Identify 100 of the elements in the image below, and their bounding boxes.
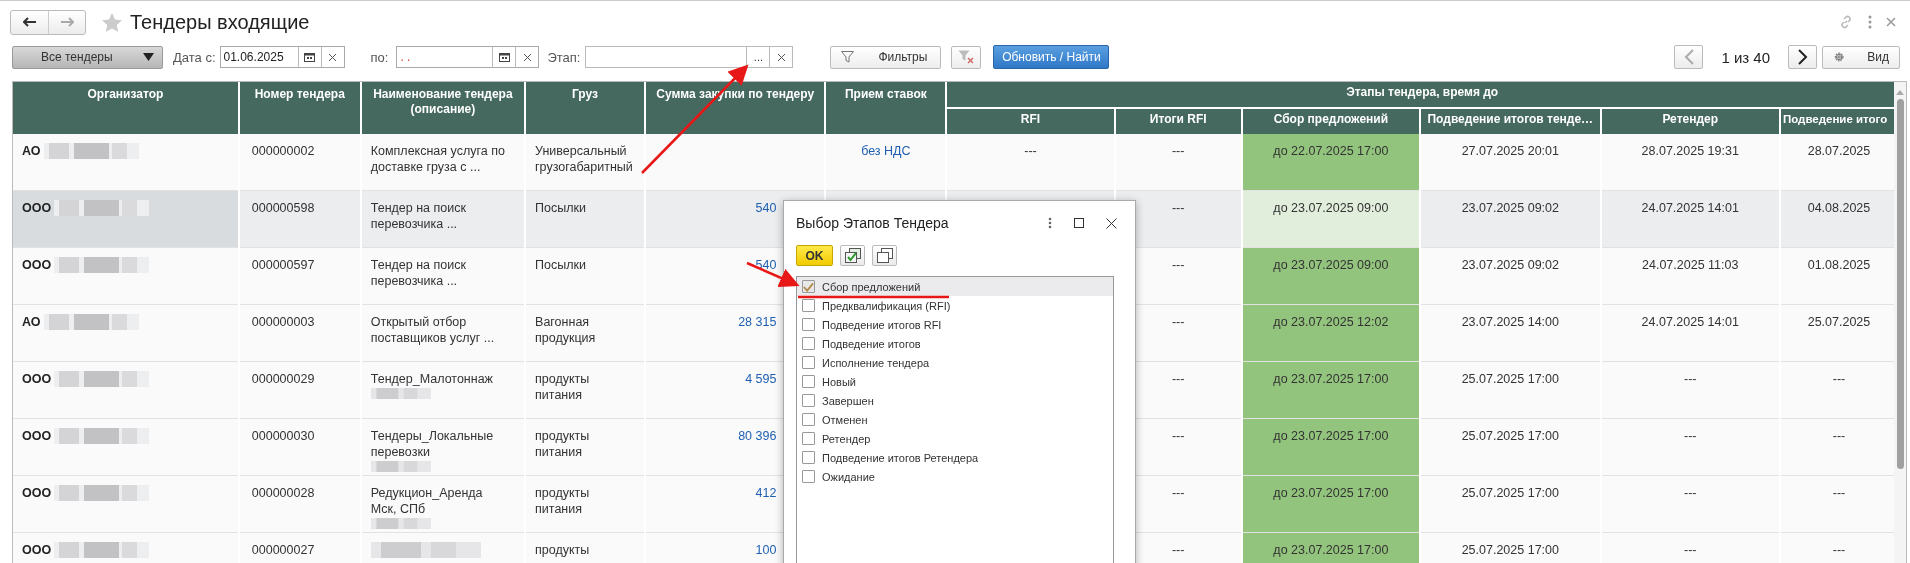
more-icon[interactable] [1868, 15, 1872, 29]
ok-button[interactable]: OK [796, 245, 833, 266]
calendar-icon[interactable] [498, 52, 510, 62]
next-page-button[interactable] [1788, 45, 1817, 69]
table-cell: 000000598 [251, 201, 315, 215]
table-cell: до 23.07.2025 09:00 [1273, 201, 1389, 215]
column-header[interactable]: Организатор [13, 82, 238, 134]
checkbox[interactable] [802, 356, 815, 369]
table-cell: 000000030 [251, 429, 315, 443]
calendar-icon[interactable] [304, 52, 315, 62]
table-cell: --- [1171, 144, 1185, 158]
check-all-button[interactable] [840, 245, 865, 266]
checkbox[interactable] [802, 413, 815, 426]
copy-icon [876, 248, 893, 263]
stage-list-item[interactable]: Исполнение тендера [797, 353, 1113, 372]
table-cell: 000000003 [251, 315, 315, 329]
checkbox[interactable] [802, 375, 815, 388]
organizer-cell: ООО [22, 485, 52, 501]
clear-filter-button[interactable] [951, 45, 982, 69]
column-header[interactable]: Прием ставок [826, 82, 946, 134]
stage-list-item[interactable]: Сбор предложений [797, 277, 1113, 296]
tender-name-cell: Открытый отбор поставщиков услуг ... [370, 314, 495, 346]
amount-link[interactable]: 100 [755, 543, 777, 557]
date-from-field[interactable]: 01.06.2025 [219, 46, 345, 68]
checkbox[interactable] [802, 318, 815, 331]
view-button[interactable]: Вид [1822, 45, 1900, 69]
stage-list-item[interactable]: Новый [797, 372, 1113, 391]
table-cell: до 23.07.2025 17:00 [1273, 486, 1389, 500]
table-cell: --- [1683, 543, 1697, 557]
star-icon[interactable] [102, 12, 122, 32]
table-cell: 000000029 [251, 372, 315, 386]
checkbox[interactable] [802, 451, 815, 464]
more-icon[interactable] [1048, 217, 1052, 229]
column-header[interactable]: Итоги RFI [1115, 108, 1241, 134]
table-cell: 23.07.2025 09:02 [1461, 258, 1559, 272]
table-cell: 000000028 [251, 486, 315, 500]
page-counter: 1 из 40 [1721, 48, 1770, 66]
checkbox[interactable] [802, 337, 815, 350]
stage-list-item[interactable]: Ретендер [797, 429, 1113, 448]
organizer-cell: АО [22, 143, 41, 159]
filters-button[interactable]: Фильтры [830, 45, 942, 69]
checkbox[interactable] [802, 299, 815, 312]
scroll-up-icon[interactable] [1896, 90, 1904, 95]
table-cell: 000000597 [251, 258, 315, 272]
refresh-button[interactable]: Обновить / Найти [993, 45, 1110, 69]
column-header[interactable]: Груз [526, 82, 644, 134]
column-header[interactable]: Подведение итогов тенде… [1421, 108, 1600, 134]
vertical-scrollbar[interactable] [1894, 82, 1906, 563]
checkbox[interactable] [802, 432, 815, 445]
table-cell: Вагонная продукция [535, 315, 596, 345]
tender-name-cell: Тендер на поиск перевозчика ... [370, 200, 466, 232]
link-icon[interactable] [1838, 14, 1854, 30]
stage-list-item[interactable]: Подведение итогов Ретендера [797, 448, 1113, 467]
column-header[interactable]: Сбор предложений [1242, 108, 1420, 134]
table-cell: Посылки [535, 201, 586, 215]
amount-link[interactable]: 28 315 [738, 315, 777, 329]
table-cell: до 22.07.2025 17:00 [1273, 144, 1389, 158]
checkbox[interactable] [802, 470, 815, 483]
scrollbar-thumb[interactable] [1896, 99, 1904, 469]
column-header[interactable]: Номер тендера [239, 82, 360, 134]
table-cell: 25.07.2025 [1807, 315, 1871, 329]
amount-link[interactable]: 540 [755, 201, 777, 215]
table-cell: до 23.07.2025 17:00 [1273, 429, 1389, 443]
clear-icon[interactable] [329, 53, 336, 61]
choose-button[interactable]: ... [746, 47, 770, 67]
table-cell: 000000027 [251, 543, 315, 557]
table-cell: 01.08.2025 [1807, 258, 1871, 272]
stage-list-item[interactable]: Отменен [797, 410, 1113, 429]
column-header[interactable]: RFI [947, 108, 1114, 134]
tender-name-cell: Тендер на поиск перевозчика ... [370, 257, 466, 289]
bid-type-link[interactable]: без НДС [861, 144, 911, 158]
date-to-field[interactable]: . . [396, 46, 540, 68]
maximize-icon[interactable] [1074, 218, 1084, 228]
stage-list-item[interactable]: Предквалификация (RFI) [797, 296, 1113, 315]
stage-field[interactable]: ... [585, 46, 794, 68]
checkbox[interactable] [802, 394, 815, 407]
amount-link[interactable]: 80 396 [738, 429, 777, 443]
clear-icon[interactable] [777, 53, 785, 61]
stage-list-item[interactable]: Подведение итогов [797, 334, 1113, 353]
stage-list-item[interactable]: Завершен [797, 391, 1113, 410]
checkbox[interactable] [802, 280, 815, 293]
table-cell: до 23.07.2025 17:00 [1273, 543, 1389, 557]
stage-list-item[interactable]: Ожидание [797, 467, 1113, 486]
close-icon[interactable] [1106, 217, 1117, 229]
amount-link[interactable]: 412 [755, 486, 777, 500]
annotation-arrow [746, 261, 800, 288]
preset-dropdown[interactable]: Все тендеры [12, 45, 163, 69]
chevron-left-icon [1683, 49, 1694, 65]
chevron-right-icon [1797, 49, 1808, 65]
column-header[interactable]: Ретендер [1601, 108, 1779, 134]
stage-list-item[interactable]: Подведение итогов RFI [797, 315, 1113, 334]
table-cell: --- [1832, 429, 1846, 443]
previous-page-button[interactable] [1674, 45, 1704, 69]
table-cell: 25.07.2025 17:00 [1461, 429, 1559, 443]
amount-link[interactable]: 4 595 [745, 372, 777, 386]
uncheck-all-button[interactable] [872, 245, 897, 266]
table-cell: 25.07.2025 17:00 [1461, 372, 1559, 386]
clear-icon[interactable] [523, 53, 531, 61]
column-header[interactable]: Наименование тендера (описание) [361, 82, 525, 134]
funnel-icon [841, 51, 855, 63]
